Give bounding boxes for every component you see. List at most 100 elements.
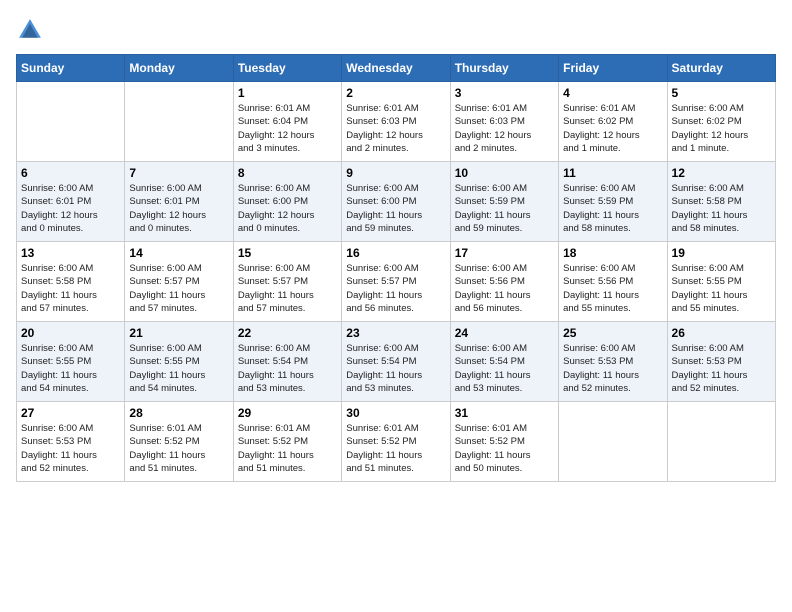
calendar-cell: 10 Sunrise: 6:00 AM Sunset: 5:59 PM Dayli… xyxy=(450,162,558,242)
day-info: Sunrise: 6:01 AM Sunset: 6:04 PM Dayligh… xyxy=(238,102,337,155)
day-info: Sunrise: 6:00 AM Sunset: 5:58 PM Dayligh… xyxy=(21,262,120,315)
day-number: 25 xyxy=(563,326,662,340)
calendar-cell: 27 Sunrise: 6:00 AM Sunset: 5:53 PM Dayli… xyxy=(17,402,125,482)
day-number: 17 xyxy=(455,246,554,260)
day-number: 5 xyxy=(672,86,771,100)
day-info: Sunrise: 6:01 AM Sunset: 5:52 PM Dayligh… xyxy=(455,422,554,475)
day-number: 1 xyxy=(238,86,337,100)
day-number: 20 xyxy=(21,326,120,340)
calendar-cell: 13 Sunrise: 6:00 AM Sunset: 5:58 PM Dayli… xyxy=(17,242,125,322)
day-number: 12 xyxy=(672,166,771,180)
day-number: 19 xyxy=(672,246,771,260)
weekday-header: Friday xyxy=(559,55,667,82)
calendar-cell: 6 Sunrise: 6:00 AM Sunset: 6:01 PM Daylig… xyxy=(17,162,125,242)
day-info: Sunrise: 6:01 AM Sunset: 5:52 PM Dayligh… xyxy=(346,422,445,475)
day-info: Sunrise: 6:00 AM Sunset: 5:53 PM Dayligh… xyxy=(563,342,662,395)
day-number: 24 xyxy=(455,326,554,340)
day-info: Sunrise: 6:01 AM Sunset: 5:52 PM Dayligh… xyxy=(238,422,337,475)
day-number: 28 xyxy=(129,406,228,420)
day-number: 3 xyxy=(455,86,554,100)
day-info: Sunrise: 6:00 AM Sunset: 6:02 PM Dayligh… xyxy=(672,102,771,155)
day-info: Sunrise: 6:00 AM Sunset: 5:53 PM Dayligh… xyxy=(21,422,120,475)
day-info: Sunrise: 6:00 AM Sunset: 6:00 PM Dayligh… xyxy=(346,182,445,235)
calendar-cell: 23Sunrise: 6:00 AM Sunset: 5:54 PM Dayli… xyxy=(342,322,450,402)
calendar-cell: 14 Sunrise: 6:00 AM Sunset: 5:57 PM Dayli… xyxy=(125,242,233,322)
day-info: Sunrise: 6:00 AM Sunset: 6:00 PM Dayligh… xyxy=(238,182,337,235)
day-number: 14 xyxy=(129,246,228,260)
calendar-cell: 20 Sunrise: 6:00 AM Sunset: 5:55 PM Dayli… xyxy=(17,322,125,402)
logo xyxy=(16,16,48,44)
calendar-cell: 26 Sunrise: 6:00 AM Sunset: 5:53 PM Dayli… xyxy=(667,322,775,402)
day-number: 13 xyxy=(21,246,120,260)
day-number: 9 xyxy=(346,166,445,180)
day-number: 22 xyxy=(238,326,337,340)
calendar-cell xyxy=(559,402,667,482)
day-number: 7 xyxy=(129,166,228,180)
calendar-cell xyxy=(125,82,233,162)
day-info: Sunrise: 6:00 AM Sunset: 6:01 PM Dayligh… xyxy=(21,182,120,235)
calendar-cell: 18Sunrise: 6:00 AM Sunset: 5:56 PM Dayli… xyxy=(559,242,667,322)
day-number: 4 xyxy=(563,86,662,100)
day-number: 16 xyxy=(346,246,445,260)
calendar-cell xyxy=(667,402,775,482)
calendar-cell: 5 Sunrise: 6:00 AM Sunset: 6:02 PM Daylig… xyxy=(667,82,775,162)
day-number: 6 xyxy=(21,166,120,180)
calendar-cell: 7Sunrise: 6:00 AM Sunset: 6:01 PM Daylig… xyxy=(125,162,233,242)
page-header xyxy=(16,16,776,44)
day-info: Sunrise: 6:00 AM Sunset: 5:55 PM Dayligh… xyxy=(129,342,228,395)
day-number: 21 xyxy=(129,326,228,340)
calendar-cell: 25 Sunrise: 6:00 AM Sunset: 5:53 PM Dayli… xyxy=(559,322,667,402)
calendar-cell: 28 Sunrise: 6:01 AM Sunset: 5:52 PM Dayli… xyxy=(125,402,233,482)
calendar-cell: 30 Sunrise: 6:01 AM Sunset: 5:52 PM Dayli… xyxy=(342,402,450,482)
weekday-header: Monday xyxy=(125,55,233,82)
calendar-week-row: 27 Sunrise: 6:00 AM Sunset: 5:53 PM Dayli… xyxy=(17,402,776,482)
day-info: Sunrise: 6:00 AM Sunset: 5:57 PM Dayligh… xyxy=(346,262,445,315)
calendar-cell: 22 Sunrise: 6:00 AM Sunset: 5:54 PM Dayli… xyxy=(233,322,341,402)
day-number: 8 xyxy=(238,166,337,180)
day-info: Sunrise: 6:01 AM Sunset: 6:03 PM Dayligh… xyxy=(455,102,554,155)
weekday-header: Wednesday xyxy=(342,55,450,82)
calendar-cell: 19 Sunrise: 6:00 AM Sunset: 5:55 PM Dayli… xyxy=(667,242,775,322)
day-number: 26 xyxy=(672,326,771,340)
day-number: 31 xyxy=(455,406,554,420)
calendar-week-row: 6 Sunrise: 6:00 AM Sunset: 6:01 PM Daylig… xyxy=(17,162,776,242)
day-info: Sunrise: 6:01 AM Sunset: 6:03 PM Dayligh… xyxy=(346,102,445,155)
weekday-header: Tuesday xyxy=(233,55,341,82)
day-number: 2 xyxy=(346,86,445,100)
day-info: Sunrise: 6:00 AM Sunset: 5:57 PM Dayligh… xyxy=(129,262,228,315)
weekday-header: Saturday xyxy=(667,55,775,82)
day-number: 30 xyxy=(346,406,445,420)
day-info: Sunrise: 6:00 AM Sunset: 5:55 PM Dayligh… xyxy=(21,342,120,395)
calendar-cell: 2 Sunrise: 6:01 AM Sunset: 6:03 PM Daylig… xyxy=(342,82,450,162)
calendar-cell: 31 Sunrise: 6:01 AM Sunset: 5:52 PM Dayli… xyxy=(450,402,558,482)
day-info: Sunrise: 6:00 AM Sunset: 5:58 PM Dayligh… xyxy=(672,182,771,235)
day-info: Sunrise: 6:01 AM Sunset: 5:52 PM Dayligh… xyxy=(129,422,228,475)
day-info: Sunrise: 6:00 AM Sunset: 5:59 PM Dayligh… xyxy=(563,182,662,235)
calendar-cell: 15Sunrise: 6:00 AM Sunset: 5:57 PM Dayli… xyxy=(233,242,341,322)
calendar-cell: 1 Sunrise: 6:01 AM Sunset: 6:04 PM Daylig… xyxy=(233,82,341,162)
calendar-table: SundayMondayTuesdayWednesdayThursdayFrid… xyxy=(16,54,776,482)
calendar-cell: 9 Sunrise: 6:00 AM Sunset: 6:00 PM Daylig… xyxy=(342,162,450,242)
calendar-cell: 29 Sunrise: 6:01 AM Sunset: 5:52 PM Dayli… xyxy=(233,402,341,482)
calendar-week-row: 13 Sunrise: 6:00 AM Sunset: 5:58 PM Dayli… xyxy=(17,242,776,322)
day-info: Sunrise: 6:00 AM Sunset: 5:54 PM Dayligh… xyxy=(238,342,337,395)
day-number: 10 xyxy=(455,166,554,180)
calendar-cell: 3 Sunrise: 6:01 AM Sunset: 6:03 PM Daylig… xyxy=(450,82,558,162)
day-number: 29 xyxy=(238,406,337,420)
calendar-cell: 4Sunrise: 6:01 AM Sunset: 6:02 PM Daylig… xyxy=(559,82,667,162)
day-number: 23 xyxy=(346,326,445,340)
day-info: Sunrise: 6:00 AM Sunset: 5:55 PM Dayligh… xyxy=(672,262,771,315)
day-number: 27 xyxy=(21,406,120,420)
calendar-cell: 21 Sunrise: 6:00 AM Sunset: 5:55 PM Dayli… xyxy=(125,322,233,402)
day-info: Sunrise: 6:00 AM Sunset: 5:53 PM Dayligh… xyxy=(672,342,771,395)
weekday-header: Sunday xyxy=(17,55,125,82)
day-info: Sunrise: 6:00 AM Sunset: 5:57 PM Dayligh… xyxy=(238,262,337,315)
logo-icon xyxy=(16,16,44,44)
weekday-header-row: SundayMondayTuesdayWednesdayThursdayFrid… xyxy=(17,55,776,82)
calendar-cell: 24Sunrise: 6:00 AM Sunset: 5:54 PM Dayli… xyxy=(450,322,558,402)
day-info: Sunrise: 6:00 AM Sunset: 5:56 PM Dayligh… xyxy=(563,262,662,315)
calendar-cell: 11Sunrise: 6:00 AM Sunset: 5:59 PM Dayli… xyxy=(559,162,667,242)
calendar-cell: 16 Sunrise: 6:00 AM Sunset: 5:57 PM Dayli… xyxy=(342,242,450,322)
calendar-week-row: 20 Sunrise: 6:00 AM Sunset: 5:55 PM Dayli… xyxy=(17,322,776,402)
day-info: Sunrise: 6:00 AM Sunset: 5:59 PM Dayligh… xyxy=(455,182,554,235)
